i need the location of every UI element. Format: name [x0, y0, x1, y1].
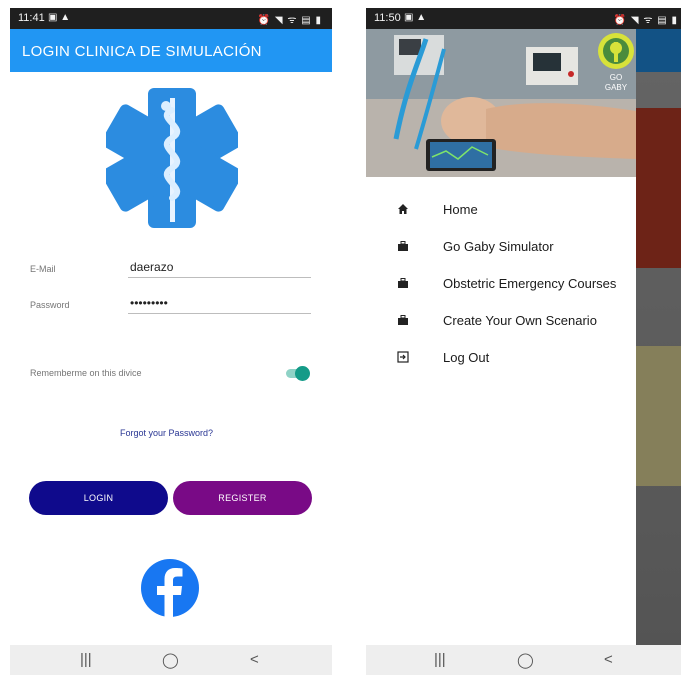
email-field[interactable]: daerazo: [128, 260, 311, 278]
logout-icon: [397, 351, 409, 363]
recents-button[interactable]: |||: [434, 651, 446, 668]
navigation-drawer: GO GABY Home Go Gaby Simulator Obstetric…: [366, 29, 636, 645]
menu-item-label: Go Gaby Simulator: [443, 239, 554, 254]
star-of-life-icon: [106, 88, 238, 228]
home-icon: [398, 204, 408, 214]
password-field[interactable]: •••••••••: [128, 296, 311, 314]
system-status-icons: ⏰ ◥ ᯤ ▤ ▮: [613, 15, 678, 26]
notification-icons: ▣ ▲: [404, 12, 427, 23]
home-button[interactable]: ◯: [162, 651, 179, 669]
go-gaby-logo: [598, 33, 634, 69]
briefcase-icon: [398, 315, 408, 325]
login-button[interactable]: LOGIN: [29, 481, 168, 515]
status-bar: 11:41 ▣ ▲ ⏰ ◥ ᯤ ▤ ▮: [10, 8, 332, 29]
back-button[interactable]: <: [250, 651, 259, 668]
menu-item-home[interactable]: Home: [366, 194, 636, 224]
status-bar: 11:50 ▣ ▲ ⏰ ◥ ᯤ ▤ ▮: [366, 8, 681, 29]
menu-item-log-out[interactable]: Log Out: [366, 342, 636, 372]
email-label: E-Mail: [30, 264, 56, 274]
back-button[interactable]: <: [604, 651, 613, 668]
forgot-password-link[interactable]: Forgot your Password?: [120, 428, 213, 438]
notification-icons: ▣ ▲: [48, 12, 71, 23]
menu-item-label: Obstetric Emergency Courses: [443, 276, 617, 291]
system-nav-bar: ||| ◯ <: [10, 645, 332, 675]
menu-item-label: Create Your Own Scenario: [443, 313, 597, 328]
register-button[interactable]: REGISTER: [173, 481, 312, 515]
status-time: 11:41: [18, 12, 45, 24]
briefcase-icon: [398, 278, 408, 288]
remember-label: Rememberme on this divice: [30, 368, 142, 378]
menu-item-obstetric-courses[interactable]: Obstetric Emergency Courses: [366, 268, 636, 298]
menu-item-label: Log Out: [443, 350, 490, 365]
status-time: 11:50: [374, 12, 401, 24]
system-nav-bar: ||| ◯ <: [366, 645, 681, 675]
remember-toggle[interactable]: [286, 366, 310, 381]
toggle-thumb: [295, 366, 310, 381]
system-status-icons: ⏰ ◥ ᯤ ▤ ▮: [257, 15, 322, 26]
login-screen: 11:41 ▣ ▲ ⏰ ◥ ᯤ ▤ ▮ LOGIN CLINICA DE SIM…: [10, 8, 332, 675]
go-gaby-label: GO GABY: [604, 73, 628, 92]
drawer-screen: 11:50 ▣ ▲ ⏰ ◥ ᯤ ▤ ▮ GO GABY Home Go Gaby…: [366, 8, 681, 675]
menu-item-create-scenario[interactable]: Create Your Own Scenario: [366, 305, 636, 335]
password-label: Password: [30, 300, 70, 310]
menu-item-label: Home: [443, 202, 478, 217]
recents-button[interactable]: |||: [80, 651, 92, 668]
briefcase-icon: [398, 241, 408, 251]
go-gaby-emblem-icon: [603, 38, 629, 64]
app-title: LOGIN CLINICA DE SIMULACIÓN: [22, 43, 262, 60]
app-bar: LOGIN CLINICA DE SIMULACIÓN: [10, 29, 332, 72]
home-button[interactable]: ◯: [517, 651, 534, 669]
menu-item-go-gaby-simulator[interactable]: Go Gaby Simulator: [366, 231, 636, 261]
simulator-photo: [366, 29, 636, 177]
facebook-icon[interactable]: [140, 558, 200, 618]
drawer-header-image: GO GABY: [366, 29, 636, 177]
